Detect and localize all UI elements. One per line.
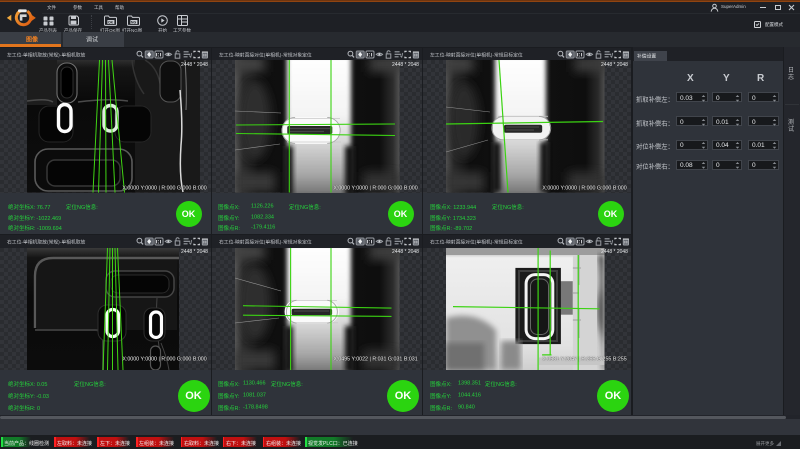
svg-text:NG: NG: [131, 20, 136, 24]
svg-text:OK: OK: [108, 20, 114, 24]
